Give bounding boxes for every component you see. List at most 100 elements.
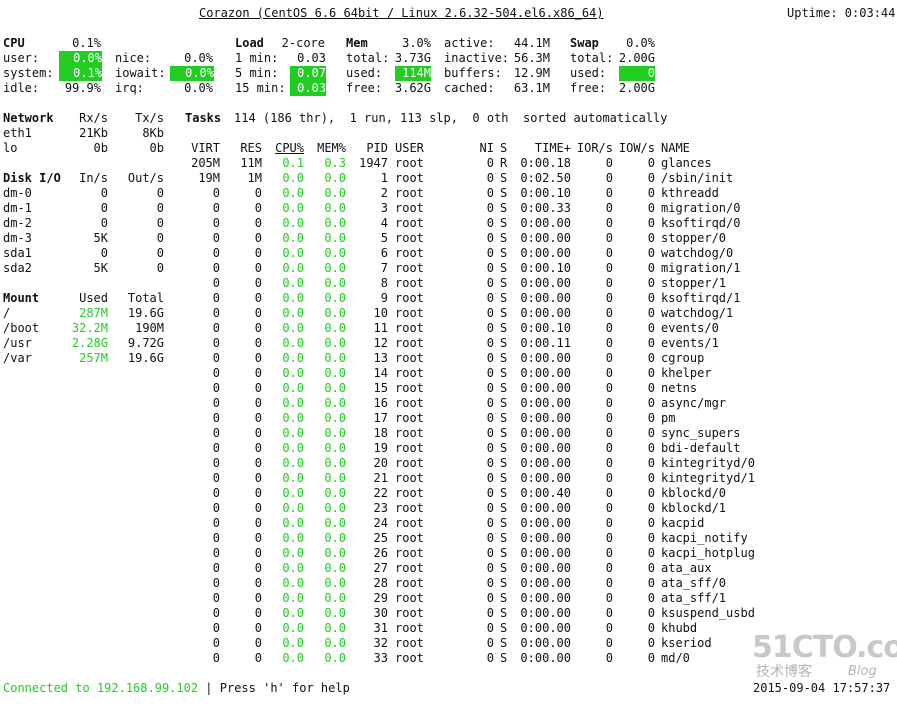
proc-res: 0 bbox=[254, 216, 262, 230]
proc-pid: 7 bbox=[380, 261, 388, 275]
proc-res: 0 bbox=[254, 621, 262, 635]
cpu-irq-value: 0.0% bbox=[184, 81, 213, 95]
col-name[interactable]: NAME bbox=[661, 141, 690, 156]
proc-name: kblockd/0 bbox=[661, 486, 727, 500]
proc-time: 0:00.00 bbox=[520, 501, 571, 515]
proc-pid: 19 bbox=[373, 441, 388, 455]
proc-mem: 0.0 bbox=[324, 396, 346, 410]
proc-ni: 0 bbox=[486, 156, 494, 170]
proc-cpu: 0.0 bbox=[282, 396, 304, 410]
proc-res: 0 bbox=[254, 426, 262, 440]
proc-mem: 0.0 bbox=[324, 471, 346, 485]
col-res[interactable]: RES bbox=[228, 141, 262, 156]
proc-ior: 0 bbox=[605, 411, 613, 425]
proc-user: root bbox=[395, 456, 424, 470]
proc-res: 0 bbox=[254, 561, 262, 575]
proc-ni: 0 bbox=[486, 276, 494, 290]
proc-mem: 0.0 bbox=[324, 621, 346, 635]
proc-time: 0:00.00 bbox=[520, 306, 571, 320]
proc-cpu: 0.0 bbox=[282, 306, 304, 320]
proc-cpu: 0.0 bbox=[282, 606, 304, 620]
proc-iow: 0 bbox=[647, 441, 655, 455]
proc-ior: 0 bbox=[605, 351, 613, 365]
proc-mem: 0.0 bbox=[324, 171, 346, 185]
proc-pid: 29 bbox=[373, 591, 388, 605]
load-5min-value: 0.07 bbox=[290, 66, 326, 81]
proc-mem: 0.0 bbox=[324, 486, 346, 500]
col-cpu[interactable]: CPU% bbox=[268, 141, 304, 156]
proc-ni: 0 bbox=[486, 216, 494, 230]
swap-used-value: 0 bbox=[619, 66, 655, 81]
proc-time: 0:00.00 bbox=[520, 561, 571, 575]
col-mem[interactable]: MEM% bbox=[308, 141, 346, 156]
proc-ni: 0 bbox=[486, 186, 494, 200]
proc-state: S bbox=[500, 471, 508, 485]
proc-cpu: 0.0 bbox=[282, 231, 304, 245]
proc-cpu: 0.0 bbox=[282, 186, 304, 200]
mem-inactive-value: 56.3M bbox=[513, 51, 550, 65]
proc-pid: 18 bbox=[373, 426, 388, 440]
proc-virt: 0 bbox=[212, 636, 220, 650]
proc-res: 0 bbox=[254, 576, 262, 590]
proc-ior: 0 bbox=[605, 246, 613, 260]
proc-time: 0:00.00 bbox=[520, 291, 571, 305]
proc-user: root bbox=[395, 231, 424, 245]
col-virt[interactable]: VIRT bbox=[180, 141, 220, 156]
proc-res: 0 bbox=[254, 261, 262, 275]
proc-iow: 0 bbox=[647, 291, 655, 305]
proc-ni: 0 bbox=[486, 366, 494, 380]
proc-iow: 0 bbox=[647, 306, 655, 320]
proc-state: S bbox=[500, 351, 508, 365]
proc-mem: 0.0 bbox=[324, 381, 346, 395]
proc-res: 0 bbox=[254, 531, 262, 545]
col-ior[interactable]: IOR/s bbox=[575, 141, 613, 156]
proc-iow: 0 bbox=[647, 276, 655, 290]
cpu-user-value: 0.0% bbox=[59, 51, 102, 66]
proc-res: 0 bbox=[254, 606, 262, 620]
col-user[interactable]: USER bbox=[395, 141, 424, 156]
mem-active-value: 44.1M bbox=[513, 36, 550, 50]
swap-free-value: 2.00G bbox=[618, 81, 655, 95]
proc-res: 0 bbox=[254, 306, 262, 320]
proc-ni: 0 bbox=[486, 261, 494, 275]
proc-res: 0 bbox=[254, 636, 262, 650]
load-heading: Load bbox=[235, 36, 264, 50]
proc-time: 0:00.00 bbox=[520, 396, 571, 410]
proc-name: pm bbox=[661, 411, 676, 425]
proc-virt: 0 bbox=[212, 231, 220, 245]
mem-buffers-label: buffers: bbox=[444, 66, 502, 80]
proc-virt: 0 bbox=[212, 441, 220, 455]
proc-user: root bbox=[395, 366, 424, 380]
proc-state: S bbox=[500, 546, 508, 560]
proc-name: watchdog/1 bbox=[661, 306, 734, 320]
proc-mem: 0.0 bbox=[324, 276, 346, 290]
disk-device-name: sda2 bbox=[3, 261, 32, 275]
col-pid[interactable]: PID bbox=[352, 141, 388, 156]
col-time[interactable]: TIME+ bbox=[515, 141, 571, 156]
proc-res: 0 bbox=[254, 441, 262, 455]
network-rx-value: 0b bbox=[93, 141, 108, 155]
col-ni[interactable]: NI bbox=[470, 141, 494, 156]
col-iow[interactable]: IOW/s bbox=[615, 141, 655, 156]
proc-ni: 0 bbox=[486, 486, 494, 500]
proc-state: S bbox=[500, 216, 508, 230]
disk-out-value: 0 bbox=[156, 186, 164, 200]
proc-time: 0:00.00 bbox=[520, 246, 571, 260]
proc-state: S bbox=[500, 366, 508, 380]
proc-state: S bbox=[500, 411, 508, 425]
proc-ni: 0 bbox=[486, 306, 494, 320]
proc-virt: 0 bbox=[212, 246, 220, 260]
proc-user: root bbox=[395, 516, 424, 530]
proc-name: ata_sff/0 bbox=[661, 576, 727, 590]
proc-name: bdi-default bbox=[661, 441, 741, 455]
proc-mem: 0.0 bbox=[324, 231, 346, 245]
proc-state: S bbox=[500, 456, 508, 470]
col-s[interactable]: S bbox=[500, 141, 507, 156]
proc-name: glances bbox=[661, 156, 712, 170]
proc-cpu: 0.0 bbox=[282, 546, 304, 560]
disk-device-name: dm-1 bbox=[3, 201, 32, 215]
proc-cpu: 0.0 bbox=[282, 351, 304, 365]
proc-mem: 0.0 bbox=[324, 246, 346, 260]
proc-iow: 0 bbox=[647, 486, 655, 500]
proc-cpu: 0.0 bbox=[282, 486, 304, 500]
